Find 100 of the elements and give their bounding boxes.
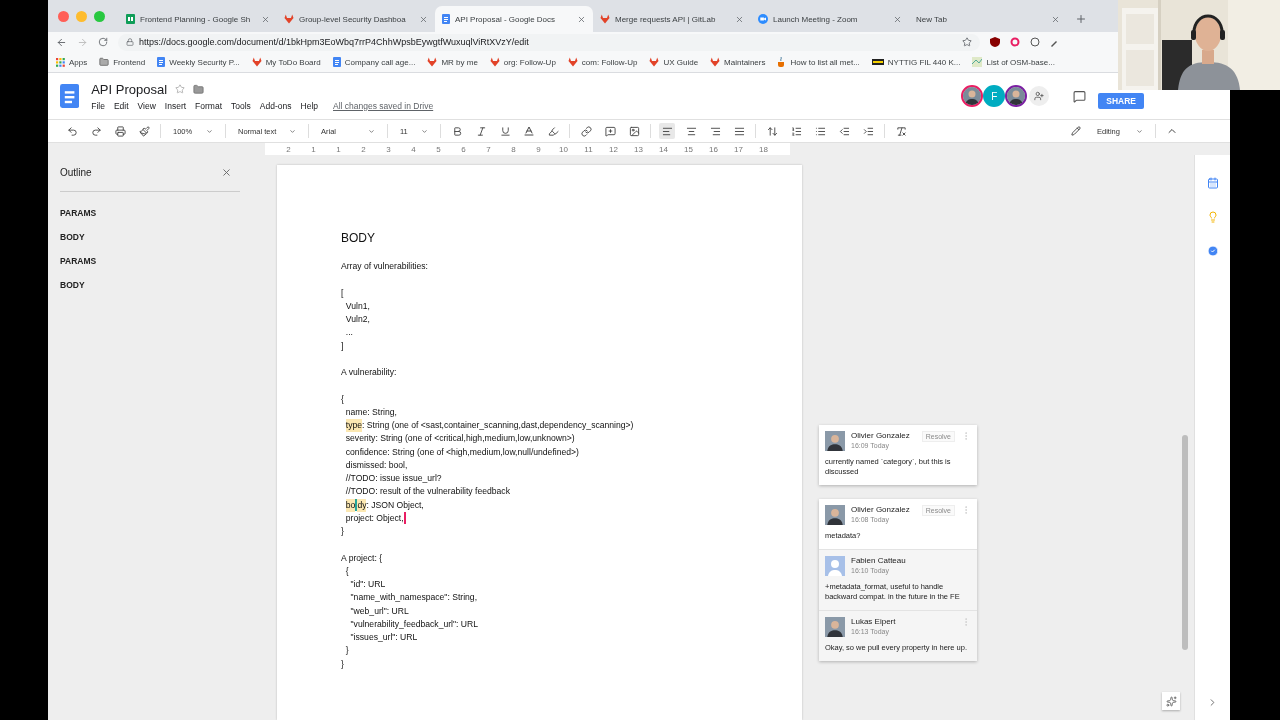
caret-icon [206, 127, 213, 135]
document-line: Vuln1, [344, 299, 371, 313]
add-comment-icon [604, 125, 616, 137]
browser-tab[interactable]: Frontend Planning - Google Sh [119, 6, 277, 32]
link-icon [580, 125, 592, 137]
menu-item[interactable]: Format [195, 100, 222, 111]
extension-icon[interactable] [1030, 37, 1040, 47]
cup-icon [777, 57, 787, 67]
document-line: name: String, [344, 405, 398, 419]
fox-icon [251, 57, 262, 67]
camera-icon [758, 14, 768, 24]
star-icon[interactable] [175, 84, 186, 94]
menu-item[interactable]: Help [300, 100, 318, 111]
close-icon[interactable] [419, 14, 428, 24]
line-spacing-icon [766, 125, 778, 137]
paint-format-button[interactable] [136, 123, 152, 139]
bookmark[interactable]: Apps [56, 57, 88, 67]
close-icon[interactable] [735, 14, 744, 24]
menu-item[interactable]: File [91, 100, 105, 111]
outline-item[interactable]: PARAMS [60, 248, 240, 272]
bookmark[interactable]: Maintainers [710, 57, 766, 67]
align-icon [709, 125, 721, 137]
menu-item[interactable]: Add-ons [259, 100, 292, 111]
paint-roller-icon [138, 125, 150, 137]
person-icon [963, 87, 982, 105]
explore-icon[interactable] [1165, 695, 1177, 707]
menu-item[interactable]: Tools [231, 100, 251, 111]
align-icon [733, 125, 745, 137]
avatar-icon [825, 505, 845, 525]
bookmark[interactable]: Company call age... [332, 57, 416, 67]
print-icon [114, 125, 126, 137]
ruler[interactable]: 2 1 1 2 3 4 5 6 7 8 9 10 11 12 13 14 15 16 17 18 [265, 143, 790, 155]
close-icon[interactable] [1051, 14, 1060, 24]
close-window-button[interactable] [58, 10, 69, 22]
outline-item[interactable]: BODY [60, 224, 240, 248]
folder-icon[interactable] [193, 83, 205, 95]
bookmark[interactable]: Weekly Security P... [157, 57, 240, 67]
avatar-icon [825, 556, 845, 576]
undo-icon [66, 125, 78, 137]
striped-icon [871, 59, 884, 65]
close-icon[interactable] [893, 14, 902, 24]
underline-icon [499, 125, 511, 137]
bookmark-star-icon[interactable] [962, 37, 972, 47]
browser-tab[interactable]: Launch Meeting - Zoom [751, 6, 909, 32]
document-line: } [341, 525, 345, 538]
document-line: type: String (one of <sast,container_scanning,dast,dependency_scanning>) [341, 419, 802, 433]
bookmark[interactable]: Frontend [99, 57, 146, 67]
calendar-icon[interactable] [1206, 177, 1219, 189]
link-button[interactable] [578, 123, 594, 139]
bookmark[interactable]: NYTTIG FIL 440 K... [871, 57, 961, 67]
comment-author: Fabien Catteau [851, 556, 907, 565]
italic-icon [475, 125, 487, 137]
scrollbar[interactable] [1182, 435, 1188, 650]
document-line: bo dy: JSON Object, [344, 498, 425, 512]
collaborator-avatar[interactable] [961, 85, 984, 107]
new-tab-icon[interactable] [1075, 13, 1087, 25]
outline-item[interactable]: PARAMS [60, 200, 240, 224]
menu-item[interactable]: Insert [164, 100, 187, 111]
print-button[interactable] [112, 123, 128, 139]
document-line: "id": URL [349, 578, 387, 591]
close-icon[interactable] [261, 14, 270, 24]
outline-title: Outline [60, 167, 92, 178]
redo-icon [90, 125, 102, 137]
fox-icon [649, 57, 660, 67]
reload-icon[interactable] [98, 37, 108, 47]
collaborator-avatar[interactable] [1005, 85, 1028, 107]
browser-tab[interactable]: Merge requests API | GitLab [593, 6, 751, 32]
browser-tab[interactable]: API Proposal - Google Docs [435, 6, 593, 32]
menu-item[interactable]: Edit [113, 100, 129, 111]
bookmark[interactable]: My ToDo Board [251, 57, 321, 67]
shield-icon[interactable] [990, 37, 1000, 47]
caret-icon [368, 127, 375, 135]
back-icon[interactable] [56, 36, 67, 48]
bookmark[interactable]: List of OSM-base... [972, 57, 1055, 67]
share-button[interactable]: SHARE [1098, 93, 1144, 109]
address-bar[interactable]: https://docs.google.com/document/d/1bkHpm3EoWbq7rrP4ChhWpsbEywgtfWuxuqlViRtXVzY/edit [118, 33, 980, 51]
bookmark[interactable]: org: Follow-Up [489, 57, 556, 67]
align-icon [661, 125, 673, 137]
save-status-link[interactable]: All changes saved in Drive [333, 100, 434, 111]
fox-icon [567, 57, 578, 67]
people-icon[interactable] [1034, 91, 1045, 101]
comments-icon[interactable] [1073, 89, 1087, 103]
bookmark[interactable]: com: Follow-Up [567, 57, 638, 67]
map-icon [972, 57, 983, 67]
close-icon[interactable] [577, 14, 586, 24]
close-icon[interactable] [221, 167, 232, 178]
browser-tab[interactable]: New Tab [909, 6, 1067, 32]
color-ring-icon[interactable] [1010, 37, 1020, 47]
bookmark[interactable]: UX Guide [649, 57, 699, 67]
apps-grid-icon [56, 57, 65, 67]
align-button[interactable] [659, 123, 675, 139]
menu-item[interactable]: View [137, 100, 156, 111]
browser-tab[interactable]: Group-level Security Dashboa [277, 6, 435, 32]
bookmark[interactable]: How to list all met... [777, 57, 860, 67]
outline-item[interactable]: BODY [60, 272, 240, 296]
image-icon [628, 125, 640, 137]
document-line: A vulnerability: [341, 366, 398, 379]
document-title[interactable]: API Proposal [91, 81, 168, 97]
check-circle-icon[interactable] [1206, 245, 1219, 257]
bookmark[interactable]: MR by me [427, 57, 478, 67]
